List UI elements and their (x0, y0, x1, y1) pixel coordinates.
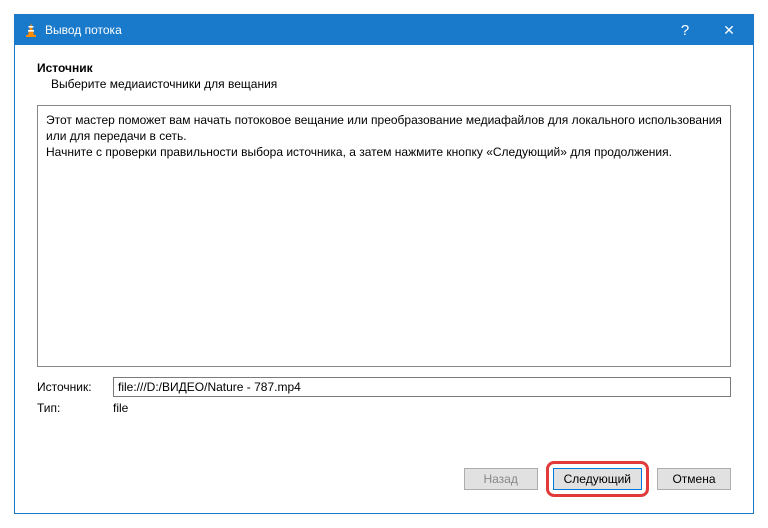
button-row: Назад Следующий Отмена (15, 455, 753, 513)
wizard-text-line2: Начните с проверки правильности выбора и… (46, 144, 722, 160)
window-title: Вывод потока (45, 23, 663, 37)
wizard-text-line1: Этот мастер поможет вам начать потоковое… (46, 112, 722, 144)
back-button: Назад (464, 468, 538, 490)
highlight-ring: Следующий (546, 461, 649, 497)
source-input[interactable] (113, 377, 731, 397)
section-heading: Источник (37, 61, 731, 75)
next-button[interactable]: Следующий (553, 468, 642, 490)
wizard-description-box: Этот мастер поможет вам начать потоковое… (37, 105, 731, 367)
content-area: Источник Выберите медиаисточники для вещ… (15, 45, 753, 455)
source-row: Источник: (37, 377, 731, 397)
section-subheading: Выберите медиаисточники для вещания (51, 77, 731, 91)
vlc-cone-icon (23, 22, 39, 38)
source-label: Источник: (37, 380, 113, 394)
stream-output-dialog: Вывод потока ? ✕ Источник Выберите медиа… (14, 14, 754, 514)
close-button[interactable]: ✕ (707, 15, 751, 45)
type-row: Тип: file (37, 401, 731, 415)
help-button[interactable]: ? (663, 15, 707, 45)
type-value: file (113, 401, 128, 415)
type-label: Тип: (37, 401, 113, 415)
titlebar: Вывод потока ? ✕ (15, 15, 753, 45)
cancel-button[interactable]: Отмена (657, 468, 731, 490)
